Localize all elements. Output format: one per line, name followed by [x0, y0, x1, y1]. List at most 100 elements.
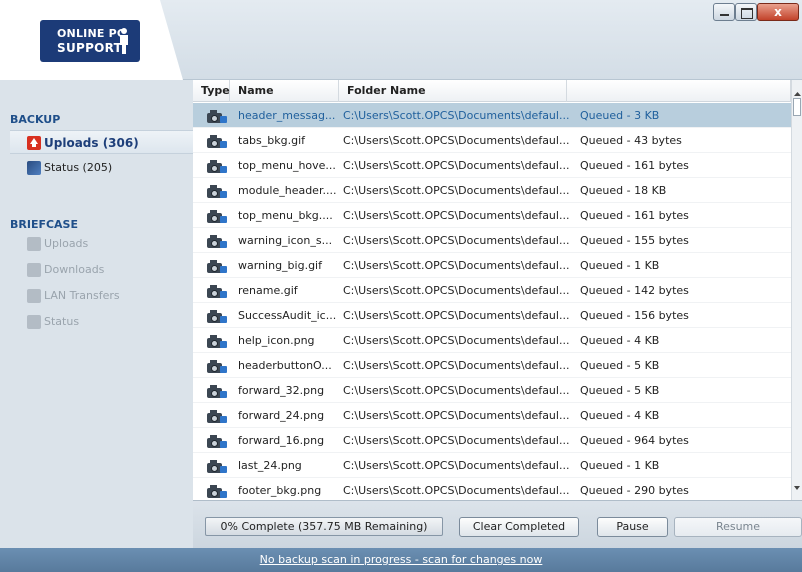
queue-status-cell: Queued - 4 KB [580, 409, 660, 422]
clear-completed-button[interactable]: Clear Completed [459, 517, 579, 537]
folder-name-cell: C:\Users\Scott.OPCS\Documents\defaul... [343, 459, 570, 472]
camera-upload-icon [207, 135, 227, 148]
file-name-cell: forward_32.png [238, 384, 325, 397]
close-icon: x [774, 5, 782, 19]
table-row[interactable]: top_menu_bkg.... C:\Users\Scott.OPCS\Docu… [193, 203, 791, 228]
scrollbar-thumb[interactable] [793, 98, 801, 116]
table-row[interactable]: forward_24.png C:\Users\Scott.OPCS\Docume… [193, 403, 791, 428]
type-cell [207, 403, 229, 428]
sidebar-item-label: Downloads [44, 263, 105, 276]
table-row[interactable]: SuccessAudit_ic... C:\Users\Scott.OPCS\Do… [193, 303, 791, 328]
sidebar: BACKUP Uploads (306) Status (205) BRIEFC… [0, 80, 193, 548]
type-cell [207, 103, 229, 128]
type-cell [207, 203, 229, 228]
upload-arrow-icon [27, 136, 41, 150]
table-row[interactable]: headerbuttonO... C:\Users\Scott.OPCS\Docu… [193, 353, 791, 378]
folder-name-cell: C:\Users\Scott.OPCS\Documents\defaul... [343, 409, 570, 422]
column-header-folder[interactable]: Folder Name [339, 80, 567, 102]
online-pc-support-logo: ONLINE PC SUPPORT [40, 20, 140, 62]
queue-status-cell: Queued - 4 KB [580, 334, 660, 347]
camera-upload-icon [207, 360, 227, 373]
type-cell [207, 328, 229, 353]
sidebar-item-uploads[interactable]: Uploads (306) [10, 130, 193, 154]
type-cell [207, 378, 229, 403]
table-row[interactable]: header_messag... C:\Users\Scott.OPCS\Docu… [193, 103, 791, 128]
table-row[interactable]: help_icon.png C:\Users\Scott.OPCS\Documen… [193, 328, 791, 353]
file-name-cell: warning_big.gif [238, 259, 322, 272]
scan-for-changes-link[interactable]: No backup scan in progress - scan for ch… [260, 548, 543, 572]
folder-name-cell: C:\Users\Scott.OPCS\Documents\defaul... [343, 384, 570, 397]
camera-upload-icon [207, 410, 227, 423]
table-row[interactable]: forward_32.png C:\Users\Scott.OPCS\Docume… [193, 378, 791, 403]
folder-name-cell: C:\Users\Scott.OPCS\Documents\defaul... [343, 309, 570, 322]
type-cell [207, 253, 229, 278]
queue-status-cell: Queued - 156 bytes [580, 309, 689, 322]
logo-tab: ONLINE PC SUPPORT [0, 0, 183, 80]
file-name-cell: help_icon.png [238, 334, 315, 347]
camera-upload-icon [207, 335, 227, 348]
camera-upload-icon [207, 485, 227, 498]
sidebar-item-label: Uploads (306) [44, 136, 139, 150]
column-header-type[interactable]: Type [193, 80, 230, 102]
upload-arrow-icon [27, 237, 41, 251]
maximize-button[interactable] [735, 3, 757, 21]
type-cell [207, 278, 229, 303]
table-row[interactable]: top_menu_hove... C:\Users\Scott.OPCS\Docu… [193, 153, 791, 178]
vertical-scrollbar[interactable] [791, 80, 802, 500]
table-row[interactable]: forward_16.png C:\Users\Scott.OPCS\Docume… [193, 428, 791, 453]
resume-button[interactable]: Resume [674, 517, 802, 537]
sidebar-item-label: Uploads [44, 237, 89, 250]
sidebar-item-briefcase-status[interactable]: Status [10, 310, 193, 334]
file-name-cell: module_header.... [238, 184, 337, 197]
folder-name-cell: C:\Users\Scott.OPCS\Documents\defaul... [343, 284, 570, 297]
type-cell [207, 178, 229, 203]
folder-name-cell: C:\Users\Scott.OPCS\Documents\defaul... [343, 209, 570, 222]
table-row[interactable]: rename.gif C:\Users\Scott.OPCS\Documents\… [193, 278, 791, 303]
sidebar-item-status[interactable]: Status (205) [10, 156, 193, 180]
queue-status-cell: Queued - 3 KB [580, 109, 660, 122]
close-button[interactable]: x [757, 3, 799, 21]
type-cell [207, 478, 229, 500]
status-bar: No backup scan in progress - scan for ch… [0, 548, 802, 572]
person-icon [120, 28, 128, 54]
sidebar-item-briefcase-downloads[interactable]: Downloads [10, 258, 193, 282]
table-row[interactable]: footer_bkg.png C:\Users\Scott.OPCS\Docume… [193, 478, 791, 500]
type-cell [207, 453, 229, 478]
camera-upload-icon [207, 260, 227, 273]
folder-name-cell: C:\Users\Scott.OPCS\Documents\defaul... [343, 159, 570, 172]
queue-status-cell: Queued - 142 bytes [580, 284, 689, 297]
file-name-cell: rename.gif [238, 284, 298, 297]
transfer-controls: 0% Complete (357.75 MB Remaining) Clear … [193, 500, 802, 548]
scroll-down-icon[interactable] [794, 486, 800, 490]
column-header-status[interactable] [567, 80, 791, 102]
table-row[interactable]: last_24.png C:\Users\Scott.OPCS\Documents… [193, 453, 791, 478]
type-cell [207, 353, 229, 378]
camera-upload-icon [207, 435, 227, 448]
folder-name-cell: C:\Users\Scott.OPCS\Documents\defaul... [343, 434, 570, 447]
sidebar-item-lan-transfers[interactable]: LAN Transfers [10, 284, 193, 308]
camera-upload-icon [207, 110, 227, 123]
file-name-cell: header_messag... [238, 109, 336, 122]
sidebar-item-briefcase-uploads[interactable]: Uploads [10, 232, 193, 256]
table-row[interactable]: warning_icon_s... C:\Users\Scott.OPCS\Doc… [193, 228, 791, 253]
table-row[interactable]: warning_big.gif C:\Users\Scott.OPCS\Docum… [193, 253, 791, 278]
camera-upload-icon [207, 160, 227, 173]
folder-name-cell: C:\Users\Scott.OPCS\Documents\defaul... [343, 259, 570, 272]
minimize-button[interactable] [713, 3, 735, 21]
overall-progress-bar: 0% Complete (357.75 MB Remaining) [205, 517, 443, 536]
file-name-cell: tabs_bkg.gif [238, 134, 306, 147]
camera-upload-icon [207, 235, 227, 248]
file-name-cell: forward_16.png [238, 434, 325, 447]
folder-name-cell: C:\Users\Scott.OPCS\Documents\defaul... [343, 359, 570, 372]
table-row[interactable]: module_header.... C:\Users\Scott.OPCS\Doc… [193, 178, 791, 203]
column-header-name[interactable]: Name [230, 80, 339, 102]
file-name-cell: SuccessAudit_ic... [238, 309, 337, 322]
type-cell [207, 128, 229, 153]
folder-name-cell: C:\Users\Scott.OPCS\Documents\defaul... [343, 109, 570, 122]
folder-name-cell: C:\Users\Scott.OPCS\Documents\defaul... [343, 184, 570, 197]
camera-upload-icon [207, 385, 227, 398]
table-row[interactable]: tabs_bkg.gif C:\Users\Scott.OPCS\Document… [193, 128, 791, 153]
file-name-cell: top_menu_bkg.... [238, 209, 333, 222]
pause-button[interactable]: Pause [597, 517, 668, 537]
backup-section-title: BACKUP [10, 113, 61, 126]
